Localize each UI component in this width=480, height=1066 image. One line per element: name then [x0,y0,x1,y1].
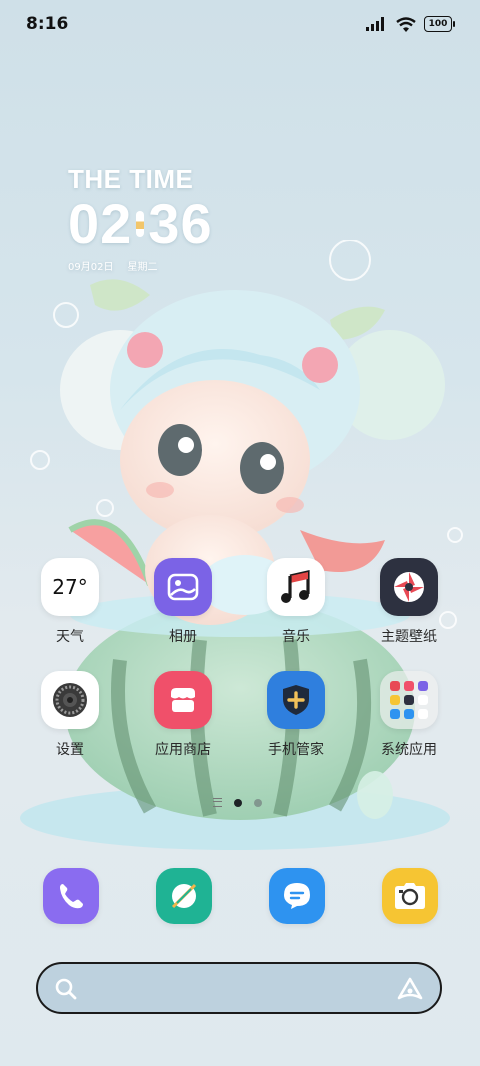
page-list-icon [213,798,222,807]
settings-icon [41,671,99,729]
weather-icon: 27° [41,558,99,616]
app-label: 手机管家 [268,742,324,758]
app-phone-manager[interactable]: 手机管家 [251,671,341,759]
clock-minutes: 36 [148,192,213,255]
app-weather[interactable]: 27° 天气 [25,558,115,646]
search-bar[interactable] [36,962,442,1014]
page-dot [254,798,262,807]
app-settings[interactable]: 设置 [25,671,115,759]
clock-date-row: 09月02日 星期二 [68,258,213,273]
music-icon [267,558,325,616]
browser-icon [156,868,212,924]
clock-widget[interactable]: THE TIME 02 36 09月02日 星期二 [68,164,213,273]
clock-time: 02 36 [68,191,213,256]
assistant-icon[interactable] [396,976,424,1002]
clock-date: 09月02日 [68,262,114,273]
battery-icon: 100 [424,16,455,32]
wifi-icon [396,16,416,32]
wallpaper-illustration [20,240,463,850]
dock-phone[interactable] [26,868,116,924]
app-label: 应用商店 [155,742,211,758]
phone-manager-icon [267,671,325,729]
app-label: 系统应用 [381,742,437,758]
messages-icon [269,868,325,924]
clock-separator [136,210,145,237]
dock-messages[interactable] [252,868,342,924]
app-label: 主题壁纸 [381,629,437,645]
app-app-store[interactable]: 应用商店 [138,671,228,759]
app-store-icon [154,671,212,729]
dock-camera[interactable] [365,868,455,924]
app-gallery[interactable]: 相册 [138,558,228,646]
app-label: 音乐 [282,629,310,645]
folder-system-apps[interactable]: 系统应用 [364,671,454,759]
search-icon [55,978,77,1000]
app-theme-wallpaper[interactable]: 主题壁纸 [364,558,454,646]
system-apps-folder-icon [380,671,438,729]
signal-icon [366,17,384,31]
app-label: 设置 [56,742,84,758]
app-music[interactable]: 音乐 [251,558,341,646]
page-indicator[interactable] [213,798,262,807]
clock-weekday: 星期二 [127,262,158,273]
status-icons: 100 [366,16,455,32]
phone-icon [43,868,99,924]
status-bar: 8:16 100 [0,0,480,50]
camera-icon [382,868,438,924]
app-label: 天气 [56,629,84,645]
dock-browser[interactable] [139,868,229,924]
clock-hours: 02 [68,192,133,255]
page-dot-current [234,798,242,807]
weather-temperature: 27° [52,575,88,599]
status-time: 8:16 [26,14,69,34]
theme-wallpaper-icon [380,558,438,616]
app-label: 相册 [169,629,197,645]
gallery-icon [154,558,212,616]
